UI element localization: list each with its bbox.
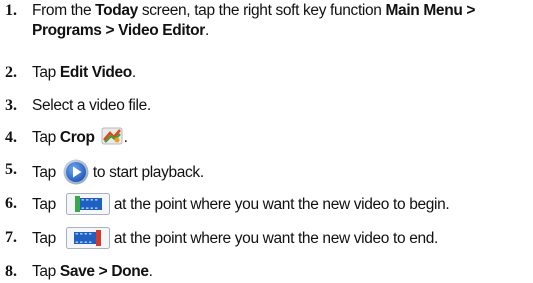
step-text-run: From the <box>32 2 96 19</box>
step-text: Select a video file. <box>32 96 529 116</box>
step-number: 3. <box>5 97 17 114</box>
step-number: 2. <box>5 64 17 81</box>
step-ui-term: Edit Video <box>59 64 132 81</box>
step-text-run: Tap <box>32 64 60 81</box>
step-text-run: Tap <box>32 164 60 182</box>
step-text-run: Tap <box>32 129 60 146</box>
crop-icon <box>101 127 123 145</box>
step-ui-term: Crop <box>59 129 95 146</box>
step-text-run: screen, tap the right soft key function <box>137 2 386 19</box>
mark-start-icon[interactable] <box>65 193 110 215</box>
step-number: 8. <box>5 263 17 280</box>
step-text-run: Select a video file. <box>32 97 151 114</box>
step-text-run: Tap <box>32 263 60 280</box>
step-text: Tap at the point where you want the new … <box>32 193 529 216</box>
step-text-run: . <box>148 263 153 280</box>
step-text: Tap at the point where you want the new … <box>32 227 529 250</box>
step-text-run: at the point where you want the new vide… <box>113 230 438 248</box>
step-text-run: at the point where you want the new vide… <box>113 196 450 214</box>
step-text-run: . <box>204 22 209 39</box>
step-number: 7. <box>5 229 17 246</box>
mark-end-icon[interactable] <box>65 227 110 249</box>
step-text-run: to start playback. <box>92 164 204 182</box>
steps-list: 1. From the Today screen, tap the right s… <box>0 0 533 283</box>
step-text: Tap to start playback. <box>32 159 529 186</box>
step-text-run: Tap <box>32 196 60 214</box>
step-number: 5. <box>5 161 17 178</box>
step-ui-term: Save > Done <box>59 263 149 280</box>
step-text: Tap Edit Video. <box>32 63 529 83</box>
step-ui-term: Today <box>95 2 138 19</box>
step-text-run: . <box>131 64 136 81</box>
step-number: 4. <box>5 129 17 146</box>
step-text-run: Tap <box>32 230 60 248</box>
step-number: 1. <box>5 2 17 19</box>
step-text-run <box>95 129 99 146</box>
step-text: Tap Crop . <box>32 127 529 148</box>
step-number: 6. <box>5 195 17 212</box>
step-text-run: . <box>123 129 128 146</box>
step-text: From the Today screen, tap the right sof… <box>32 1 529 41</box>
play-icon[interactable] <box>63 159 89 185</box>
step-text: Tap Save > Done. <box>32 262 529 282</box>
